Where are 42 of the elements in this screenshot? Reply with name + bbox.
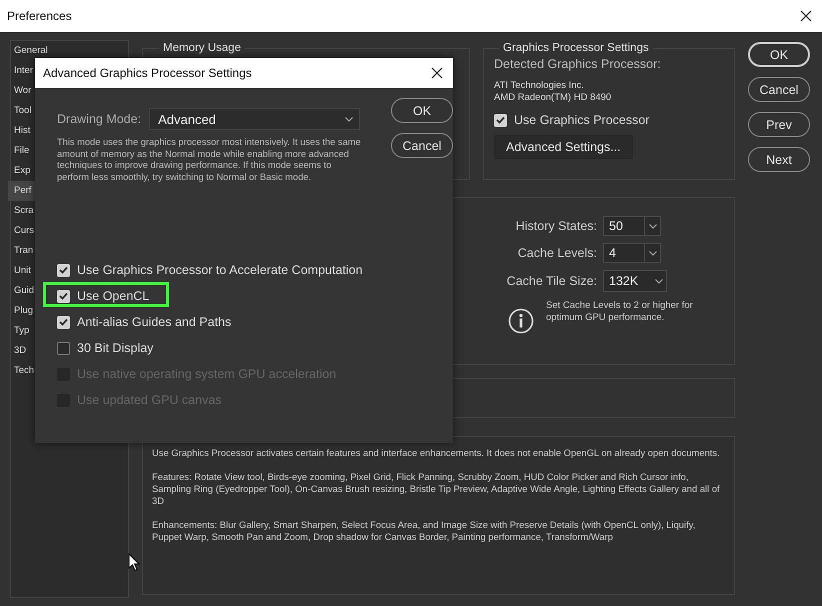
panel-title: Graphics Processor Settings [499, 42, 653, 54]
description-text: Use Graphics Processor activates certain features and interface enhancements. It does not enable OpenGL on already open documents. [152, 447, 721, 459]
description-text: Enhancements: Blur Gallery, Smart Sharpen, Select Focus Area, and Image Size with Preserve Details (with OpenCL only), Liquify, Puppet Warp, Smooth Pan and Zoom, Drop shadow for Canvas Border, Painting performance, Transform/Warp [152, 519, 696, 543]
close-icon[interactable] [800, 10, 812, 22]
field-label: Cache Levels: [516, 246, 597, 260]
info-icon [508, 308, 534, 334]
caret-icon [345, 116, 354, 122]
dialog-button[interactable]: Cancel [391, 133, 453, 158]
detected-label: Detected Graphics Processor: [494, 57, 662, 71]
caret-icon [654, 278, 662, 284]
sidebar-item[interactable]: General [11, 44, 128, 58]
checkbox[interactable] [57, 342, 70, 354]
dropdown[interactable]: 132K [603, 270, 667, 292]
field-label: Drawing Mode: [57, 112, 142, 126]
panel-title: Memory Usage [159, 42, 245, 54]
dialog-button[interactable]: Cancel [748, 77, 810, 102]
info-text: Set Cache Levels to 2 or higher for optimum GPU performance. [546, 300, 694, 325]
dialog-button[interactable]: Prev [748, 112, 810, 137]
checkbox-label: Use Graphics Processor [514, 113, 650, 127]
checkbox-label: Use Graphics Processor to Accelerate Computation [77, 263, 363, 277]
model-text: AMD Radeon(TM) HD 8490 [494, 92, 612, 104]
window-title: Preferences [7, 9, 72, 23]
dialog-title: Advanced Graphics Processor Settings [43, 66, 252, 80]
mode-description: This mode uses the graphics processor most intensively. It uses the same amount of memory as the Normal mode while enabling more advanced techniques to improve drawing performance. If this mode seems to perform less smoothly, try switching to Normal or Basic mode. [57, 137, 362, 183]
field-label: Cache Tile Size: [506, 274, 597, 288]
advanced-settings-button[interactable]: Advanced Settings... [494, 135, 633, 159]
checkbox-label: Anti-alias Guides and Paths [77, 315, 232, 329]
dropdown[interactable]: 50 [603, 216, 661, 236]
description-text: Features: Rotate View tool, Birds-eye zooming, Pixel Grid, Flick Panning, Scrubby Zoom, HUD Color Picker and Rich Cursor info, Sampling Ring (Eyedropper Tool), On-Canvas Brush resizing, Bristle Tip Preview, Adaptive Wide Angle, Lighting Effects Gallery and all of 3D [152, 471, 721, 507]
checkbox-label: Use OpenCL [77, 289, 150, 303]
mouse-cursor-icon [128, 553, 140, 572]
checkbox-label: 30 Bit Display [77, 341, 154, 355]
caret-icon [648, 250, 656, 256]
dropdown[interactable]: Advanced [149, 108, 360, 130]
vendor-text: ATI Technologies Inc. [494, 80, 585, 92]
dropdown[interactable]: 4 [603, 243, 661, 263]
dialog-button[interactable]: OK [391, 98, 453, 123]
dialog-button[interactable]: Next [748, 147, 810, 172]
dialog-button[interactable]: OK [748, 42, 810, 67]
close-icon[interactable] [431, 67, 443, 79]
field-label: History States: [514, 219, 597, 233]
caret-icon [648, 224, 656, 228]
